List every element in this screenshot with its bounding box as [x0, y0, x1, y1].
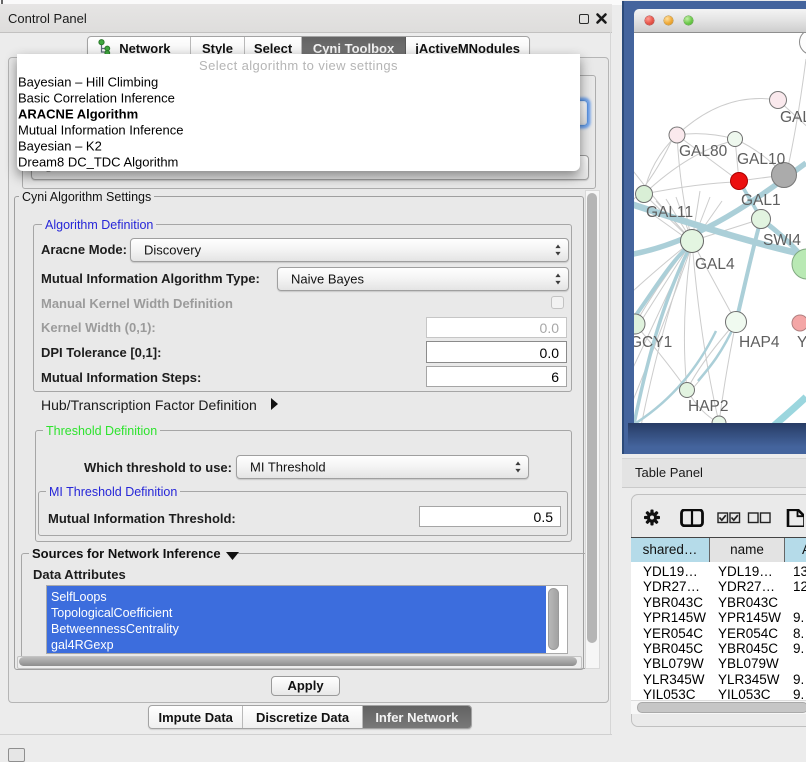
svg-text:GAL80: GAL80 — [679, 143, 728, 160]
svg-text:GCY1: GCY1 — [634, 334, 672, 351]
svg-text:GAL10: GAL10 — [737, 151, 786, 168]
svg-text:GAL11: GAL11 — [646, 204, 693, 221]
svg-text:HAP2: HAP2 — [688, 398, 729, 415]
svg-text:HAP4: HAP4 — [739, 334, 780, 351]
svg-text:SWI4: SWI4 — [763, 232, 801, 249]
svg-text:Y: Y — [797, 334, 806, 351]
svg-text:GAL1: GAL1 — [741, 192, 781, 209]
svg-text:GAL4: GAL4 — [695, 256, 735, 273]
svg-text:GAL7: GAL7 — [780, 109, 806, 126]
